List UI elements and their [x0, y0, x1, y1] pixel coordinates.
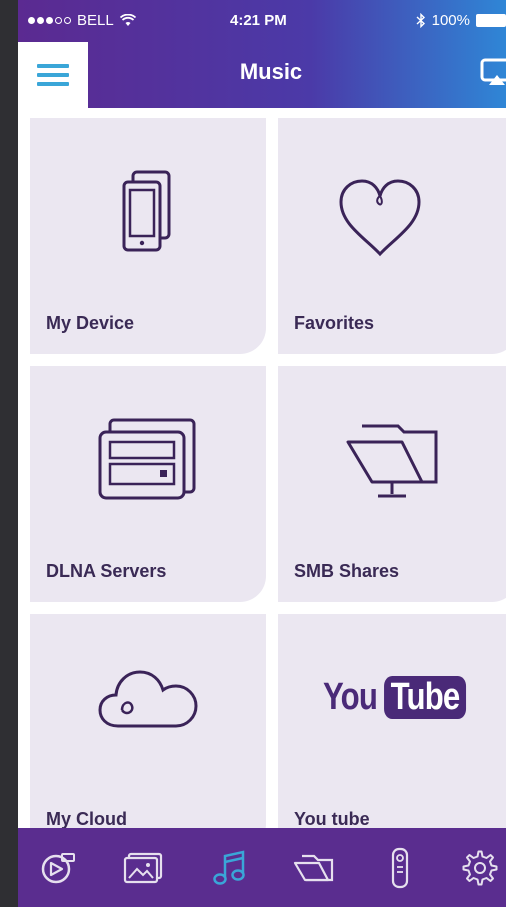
- tile-smb-shares[interactable]: SMB Shares: [278, 366, 506, 602]
- page-title: Music: [239, 59, 303, 84]
- remote-icon: [391, 847, 409, 889]
- cloud-icon: [98, 670, 198, 728]
- bluetooth-icon: [416, 13, 425, 28]
- phone-screen: BELL 4:21 PM 100% Music My Device Favori…: [18, 0, 506, 907]
- battery-percent: 100%: [431, 12, 470, 29]
- network-folder-icon: [346, 424, 438, 498]
- tab-remote[interactable]: [378, 846, 422, 890]
- tile-youtube[interactable]: You Tube You tube: [278, 614, 506, 850]
- battery-icon: [476, 14, 506, 27]
- tile-my-device[interactable]: My Device: [30, 118, 266, 354]
- tab-video[interactable]: [36, 846, 80, 890]
- tile-label: You tube: [294, 809, 370, 829]
- music-note-icon: [213, 850, 245, 885]
- heart-icon: [339, 179, 421, 257]
- status-time: 4:21 PM: [230, 12, 287, 29]
- tile-label: Favorites: [294, 313, 375, 333]
- video-disc-icon: [41, 853, 75, 884]
- youtube-logo-you: You: [322, 676, 378, 718]
- tile-label: DLNA Servers: [46, 561, 167, 581]
- tile-label: My Cloud: [46, 809, 127, 829]
- phone-icon: [122, 170, 171, 252]
- status-bar: BELL 4:21 PM 100%: [18, 0, 506, 42]
- tile-favorites[interactable]: Favorites: [278, 118, 506, 354]
- tile-label: My Device: [46, 313, 135, 333]
- nav-bar: Music: [18, 42, 506, 108]
- tab-bar: [18, 828, 506, 907]
- airplay-button[interactable]: [480, 58, 506, 88]
- wifi-icon: [119, 14, 136, 26]
- carrier-name: BELL: [77, 12, 114, 29]
- airplay-icon: [480, 58, 506, 85]
- server-icon: [98, 418, 196, 500]
- tile-dlna-servers[interactable]: DLNA Servers: [30, 366, 266, 602]
- status-left: BELL: [28, 12, 136, 29]
- status-right: 100%: [416, 12, 506, 29]
- settings-gear-icon: [462, 850, 498, 886]
- youtube-logo-tube: Tube: [383, 676, 466, 719]
- folder-icon: [293, 854, 334, 882]
- tile-my-cloud[interactable]: My Cloud: [30, 614, 266, 850]
- tab-photos[interactable]: [122, 846, 166, 890]
- tile-label: SMB Shares: [294, 561, 400, 581]
- cellular-signal-icon: [28, 17, 71, 24]
- youtube-logo: You Tube: [317, 676, 475, 719]
- photos-icon: [123, 852, 163, 884]
- tab-music[interactable]: [208, 846, 252, 890]
- source-grid: My Device Favorites DLNA Servers SMB Sha…: [18, 108, 506, 850]
- tab-settings[interactable]: [458, 846, 502, 890]
- tab-files[interactable]: [292, 846, 336, 890]
